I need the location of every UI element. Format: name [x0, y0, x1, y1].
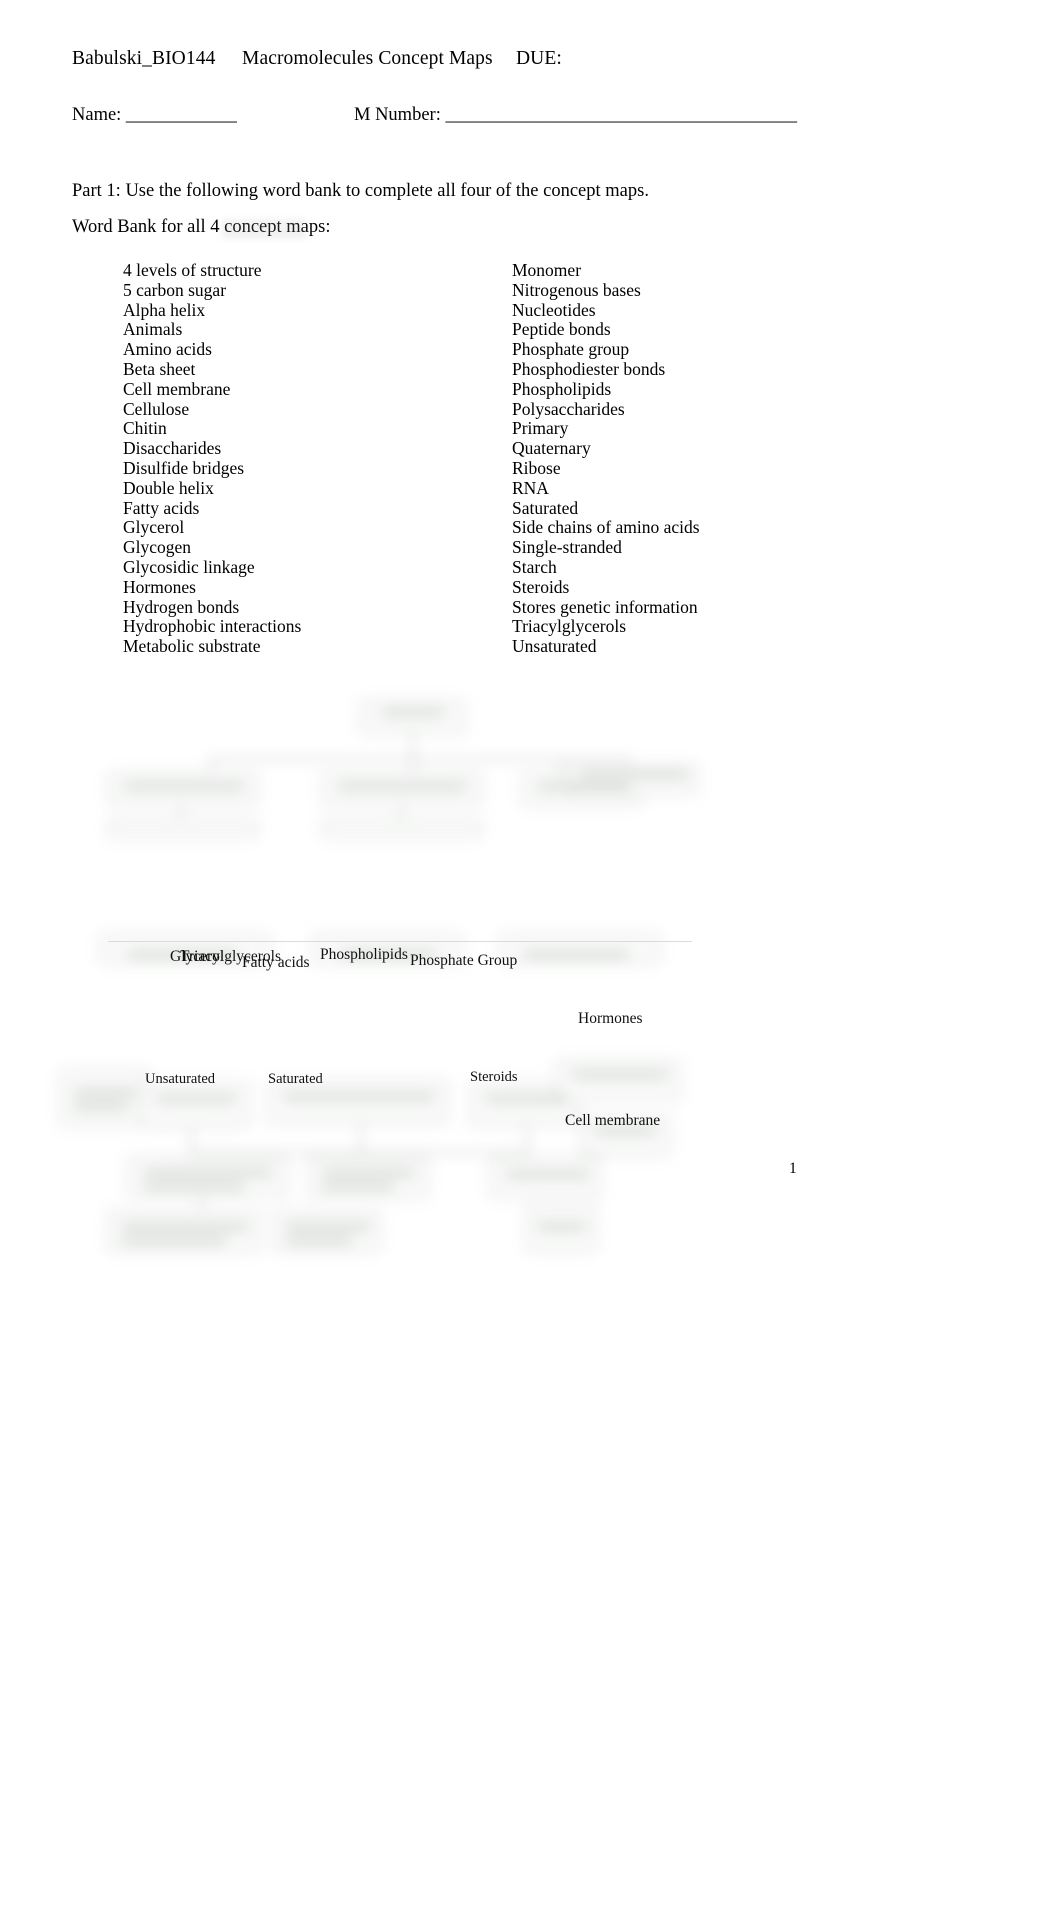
- concept-map-3-blurred: [60, 1060, 700, 1275]
- wordbank-item: Nitrogenous bases: [512, 279, 641, 300]
- wordbank-item: Cell membrane: [123, 378, 231, 399]
- concept-map-1-blurred: [60, 700, 700, 838]
- section-divider: [108, 941, 692, 942]
- wordbank-item: Triacylglycerols: [512, 616, 627, 637]
- wordbank-item: Hormones: [123, 576, 196, 597]
- wordbank-item: Ribose: [512, 457, 561, 478]
- wordbank-item: Primary: [512, 418, 569, 439]
- wordbank-item: Beta sheet: [123, 358, 196, 379]
- wordbank-left-column: 4 levels of structure 5 carbon sugar Alp…: [123, 260, 302, 657]
- wordbank-item: Phosphodiester bonds: [512, 358, 666, 379]
- wordbank-item: Unsaturated: [512, 636, 597, 657]
- wordbank-heading: Word Bank for all 4 concept maps:: [72, 217, 330, 239]
- map-label-fatty-acids: Fatty acids: [242, 954, 310, 971]
- wordbank-item: Phosphate group: [512, 339, 630, 360]
- wordbank-item: Nucleotides: [512, 299, 596, 320]
- wordbank-item: RNA: [512, 477, 549, 498]
- map-label-cell-membrane: Cell membrane: [565, 1112, 661, 1129]
- map-label-steroids: Steroids: [470, 1069, 518, 1085]
- wordbank-item: Alpha helix: [123, 299, 206, 320]
- wordbank-item: Phospholipids: [512, 378, 612, 399]
- wordbank-item: Hydrogen bonds: [123, 596, 240, 617]
- map-label-phosphate-group: Phosphate Group: [410, 952, 518, 969]
- wordbank-item: Steroids: [512, 576, 570, 597]
- wordbank-item: Single-stranded: [512, 537, 622, 558]
- wordbank-item: Chitin: [123, 418, 167, 439]
- map-label-saturated: Saturated: [268, 1071, 323, 1087]
- page-number: 1: [789, 1160, 797, 1177]
- wordbank-item: Disulfide bridges: [123, 457, 245, 478]
- map-label-hormones: Hormones: [578, 1010, 643, 1027]
- wordbank-item: Polysaccharides: [512, 398, 625, 419]
- document-page: Babulski_BIO144 Macromolecules Concept M…: [0, 0, 1062, 1916]
- wordbank-item: Saturated: [512, 497, 579, 518]
- highlight-smudge: [222, 219, 306, 239]
- name-field[interactable]: Name: ____________: [72, 105, 237, 126]
- wordbank-item: 5 carbon sugar: [123, 279, 227, 300]
- wordbank-item: Glycogen: [123, 537, 192, 558]
- page-title: Macromolecules Concept Maps: [242, 48, 493, 69]
- wordbank-item: Side chains of amino acids: [512, 517, 700, 538]
- wordbank-item: Hydrophobic interactions: [123, 616, 302, 637]
- wordbank-item: Fatty acids: [123, 497, 200, 518]
- m-number-field[interactable]: M Number: ______________________________…: [354, 105, 797, 126]
- wordbank-item: Animals: [123, 319, 183, 340]
- wordbank-item: Glycosidic linkage: [123, 556, 255, 577]
- wordbank-right-column: Monomer Nitrogenous bases Nucleotides Pe…: [512, 260, 700, 657]
- wordbank-item: Amino acids: [123, 339, 212, 360]
- wordbank-item: Starch: [512, 556, 557, 577]
- wordbank-item: Quaternary: [512, 438, 591, 459]
- header-due-label: DUE:: [516, 48, 562, 69]
- wordbank-item: Double helix: [123, 477, 214, 498]
- map-label-unsaturated: Unsaturated: [145, 1071, 216, 1087]
- wordbank-item: Metabolic substrate: [123, 636, 261, 657]
- student-fields-row: Name: ____________ M Number: ___________…: [72, 105, 797, 131]
- part1-instruction: Part 1: Use the following word bank to c…: [72, 181, 649, 201]
- map-label-phospholipids: Phospholipids: [320, 946, 408, 963]
- wordbank-item: Stores genetic information: [512, 596, 698, 617]
- wordbank-item: Glycerol: [123, 517, 185, 538]
- header-course-code: Babulski_BIO144: [72, 48, 216, 69]
- wordbank-item: 4 levels of structure: [123, 260, 262, 280]
- wordbank-item: Peptide bonds: [512, 319, 611, 340]
- wordbank-item: Monomer: [512, 260, 582, 280]
- document-header: Babulski_BIO144 Macromolecules Concept M…: [72, 48, 772, 76]
- wordbank-item: Disaccharides: [123, 438, 222, 459]
- wordbank-item: Cellulose: [123, 398, 190, 419]
